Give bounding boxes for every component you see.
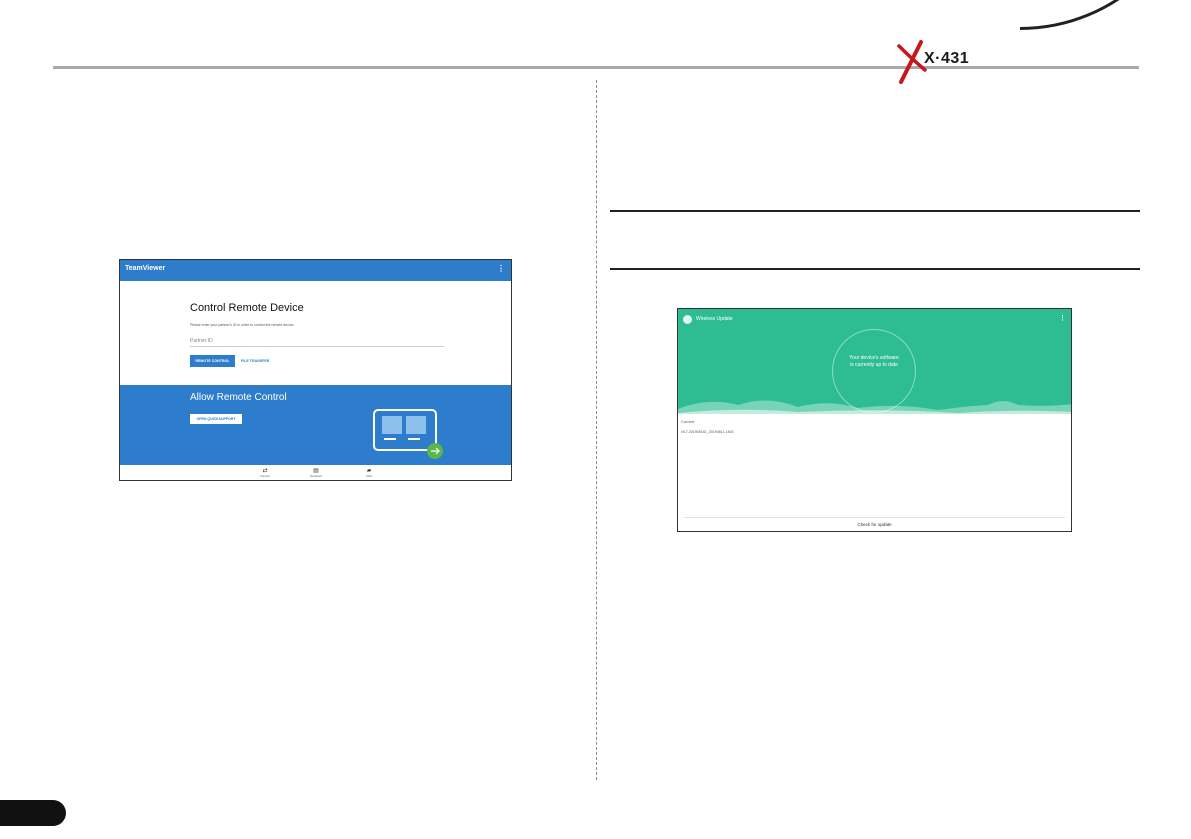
nav-connect[interactable]: ⇄ Connect [250,467,280,478]
bottom-separator [684,517,1065,518]
teamviewer-app-bar: TeamViewer ⋮ [120,260,511,281]
update-status-panel: Wireless Update ⋮ Your device's software… [678,309,1071,415]
partner-id-input[interactable]: Partner ID [190,338,213,344]
wireless-update-screenshot: Wireless Update ⋮ Your device's software… [677,308,1072,532]
current-version-label: Current [681,419,695,424]
nav-chat-label: Chat [366,475,372,478]
nav-computers[interactable]: ▤ Computers [301,467,331,478]
logo-text: X·431 [924,50,970,67]
tablet-illustration-icon [373,409,443,459]
note-rule-top [610,210,1140,212]
teamviewer-bottom-nav: ⇄ Connect ▤ Computers ▰ Chat [120,465,511,480]
file-transfer-button[interactable]: FILE TRANSFER [241,359,269,363]
wireless-update-title: Wireless Update [696,316,733,322]
column-divider [596,80,597,780]
teamviewer-app-title: TeamViewer [125,265,166,272]
partner-id-underline [190,346,444,347]
page-number-tab [0,800,66,826]
check-for-update-button[interactable]: Check for update [678,522,1071,527]
more-vert-icon[interactable]: ⋮ [497,264,505,273]
page-corner-arc [1020,0,1191,30]
allow-remote-section: Allow Remote Control OPEN QUICKSUPPORT [120,385,511,465]
allow-remote-heading: Allow Remote Control [190,392,287,403]
document-icon: ▤ [313,468,319,474]
chat-icon: ▰ [366,468,372,474]
note-rule-bottom [610,268,1140,270]
nav-connect-label: Connect [260,475,270,478]
open-quicksupport-button[interactable]: OPEN QUICKSUPPORT [190,414,242,424]
nav-chat[interactable]: ▰ Chat [354,467,384,478]
nav-computers-label: Computers [309,475,323,478]
teamviewer-screenshot: TeamViewer ⋮ Control Remote Device Pleas… [119,259,512,481]
status-line-1: Your device's software [849,355,899,361]
status-line-2: is currently up to date [850,362,898,368]
update-status-text: Your device's software is currently up t… [818,355,930,369]
current-version-value: v5.7.201905161_20190611.1453 [681,430,734,434]
hills-decoration [678,400,1071,415]
control-remote-heading: Control Remote Device [190,302,304,314]
remote-control-button[interactable]: REMOTE CONTROL [190,355,235,367]
swap-arrows-icon: ⇄ [262,468,268,474]
control-remote-description: Please enter your partner's ID in order … [190,323,295,327]
more-vert-icon[interactable]: ⋮ [1059,314,1066,322]
wireless-update-app-icon [683,315,692,324]
brand-logo: X·431 [895,40,985,84]
